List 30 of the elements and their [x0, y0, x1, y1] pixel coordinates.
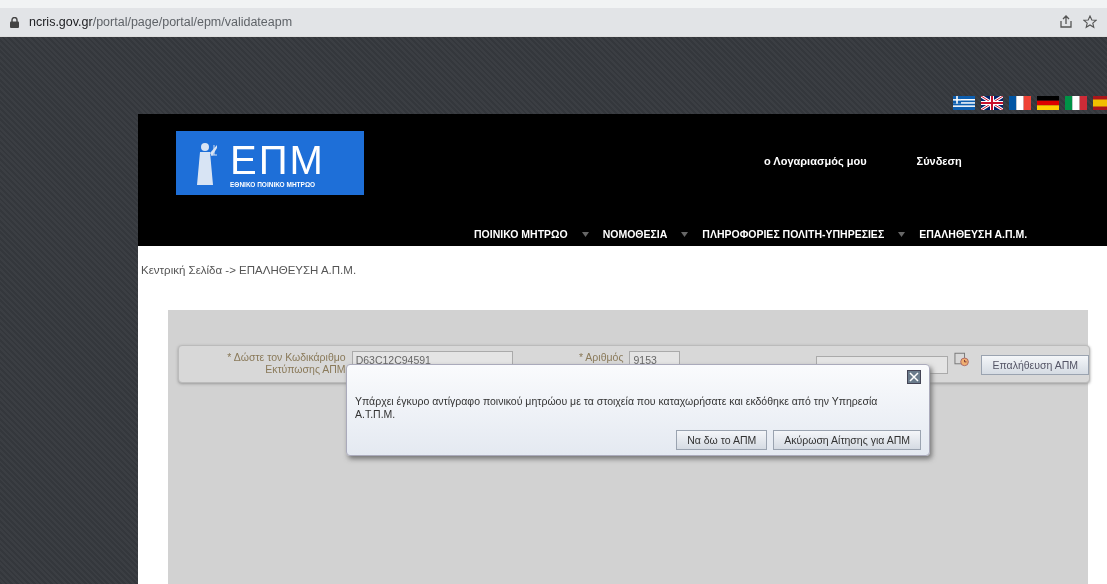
- header-link[interactable]: Σύνδεση: [916, 155, 962, 167]
- url-text: ncris.gov.gr/portal/page/portal/epm/validateapm: [29, 15, 293, 29]
- lock-icon: [10, 16, 19, 28]
- spanish-flag-icon[interactable]: [1093, 96, 1107, 110]
- star-icon[interactable]: [1083, 15, 1097, 29]
- close-icon[interactable]: [907, 370, 921, 384]
- dialog-button[interactable]: Να δω το ΑΠΜ: [676, 430, 768, 450]
- field-label: * Αριθμός: [578, 351, 624, 363]
- uk-flag-icon[interactable]: [981, 96, 1003, 110]
- nav-item[interactable]: ΠΛΗΡΟΦΟΡΙΕΣ ΠΟΛΙΤΗ-ΥΠΗΡΕΣΙΕΣ: [702, 228, 885, 240]
- share-icon[interactable]: [1059, 15, 1073, 29]
- nav-item[interactable]: ΝΟΜΟΘΕΣΙΑ: [602, 228, 668, 240]
- caret-icon[interactable]: [898, 231, 906, 237]
- breadcrumb: Κεντρική Σελίδα -> ΕΠΑΛΗΘΕΥΣΗ Α.Π.Μ.: [141, 264, 358, 276]
- greek-flag-icon[interactable]: [953, 96, 975, 110]
- italian-flag-icon[interactable]: [1065, 96, 1087, 110]
- logo-text: ΕΠΜ: [230, 138, 325, 181]
- caret-icon[interactable]: [681, 231, 689, 237]
- french-flag-icon[interactable]: [1009, 96, 1031, 110]
- nav-item[interactable]: ΠΟΙΝΙΚΟ ΜΗΤΡΩΟ: [474, 228, 568, 240]
- dialog-message: Υπάρχει έγκυρο αντίγραφο ποινικού μητρώου με τα στοιχεία που καταχωρήσατε και εκδόθηκε από την Υπηρεσία Α.Τ.Π.Μ.: [355, 395, 879, 421]
- verify-button[interactable]: Επαλήθευση ΑΠΜ: [981, 355, 1089, 375]
- caret-icon[interactable]: [581, 231, 589, 237]
- nav-item[interactable]: ΕΠΑΛΗΘΕΥΣΗ Α.Π.Μ.: [919, 228, 1028, 240]
- calendar-icon[interactable]: [954, 351, 970, 367]
- dialog-button[interactable]: Ακύρωση Αίτησης για ΑΠΜ: [773, 430, 921, 450]
- field-label: * Δώστε τον Κωδικάριθμο Εκτύπωσης ΑΠΜ: [226, 351, 346, 375]
- header-link[interactable]: ο Λογαριασμός μου: [764, 155, 867, 167]
- german-flag-icon[interactable]: [1037, 96, 1059, 110]
- address-bar[interactable]: ncris.gov.gr/portal/page/portal/epm/validateapm: [0, 8, 1107, 36]
